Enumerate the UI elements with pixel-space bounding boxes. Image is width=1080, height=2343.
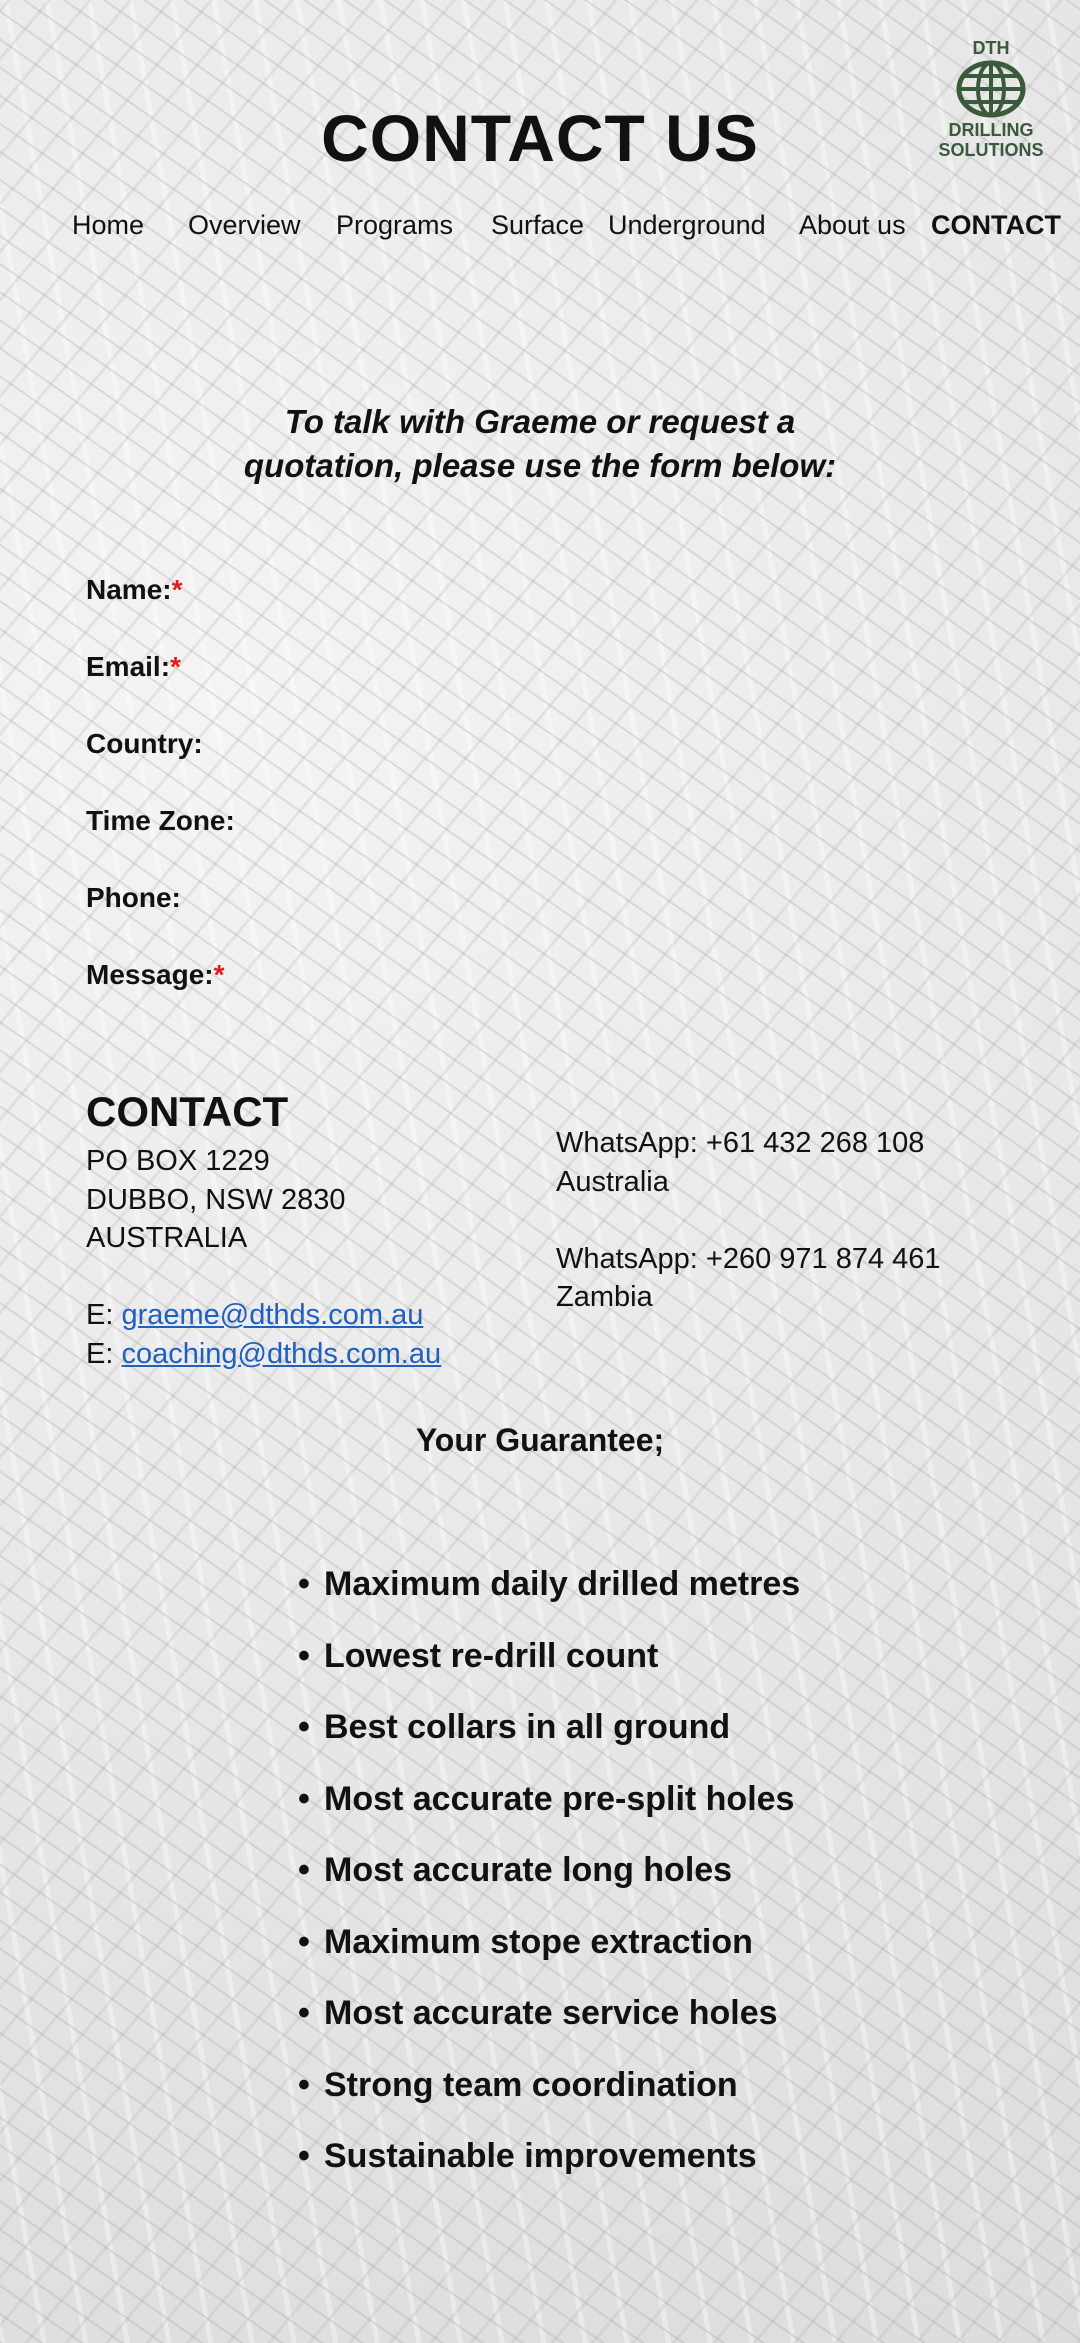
logo-text-line1: DRILLING xyxy=(948,120,1034,140)
list-item: • Most accurate long holes xyxy=(298,1851,733,1889)
guarantee-list: • Maximum daily drilled metres • Lowest re… xyxy=(298,1562,800,2206)
contact-heading: CONTACT xyxy=(86,1088,289,1135)
email-link-graeme[interactable]: graeme@dthds.com.au xyxy=(121,1299,423,1331)
nav-item-home[interactable]: Home xyxy=(72,210,144,241)
nav-item-about-us[interactable]: About us xyxy=(799,210,906,241)
guarantee-heading: Your Guarantee; xyxy=(415,1422,665,1458)
list-item: • Best collars in all ground xyxy=(298,1708,731,1746)
logo-text-top: DTH xyxy=(972,38,1010,58)
email-field-label[interactable]: Email:* xyxy=(86,651,181,683)
whatsapp-number-zambia: WhatsApp: +260 971 874 461 xyxy=(556,1242,941,1275)
required-asterisk: * xyxy=(213,959,225,990)
email-link-coaching[interactable]: coaching@dthds.com.au xyxy=(121,1338,441,1370)
whatsapp-number-australia: WhatsApp: +61 432 268 108 xyxy=(556,1127,925,1159)
nav-item-overview[interactable]: Overview xyxy=(188,210,301,241)
list-item: • Lowest re-drill count xyxy=(298,1636,659,1675)
country-field-label[interactable]: Country: xyxy=(86,728,203,760)
list-item: • Maximum daily drilled metres xyxy=(298,1565,801,1603)
nav-item-programs[interactable]: Programs xyxy=(336,210,453,241)
message-field-label[interactable]: Message:* xyxy=(86,959,225,991)
nav-item-contact[interactable]: CONTACT xyxy=(931,210,1061,241)
intro-line-1: To talk with Graeme or request a xyxy=(284,403,796,440)
postal-address: PO BOX 1229 DUBBO, NSW 2830 AUSTRALIA E:… xyxy=(86,1142,441,1373)
logo-text-line2: SOLUTIONS xyxy=(938,140,1044,160)
globe-icon xyxy=(956,60,1026,118)
whatsapp-country-zambia: Zambia xyxy=(556,1281,653,1313)
nav-item-underground[interactable]: Underground xyxy=(608,210,766,241)
timezone-field-label[interactable]: Time Zone: xyxy=(86,805,235,837)
address-line: DUBBO, NSW 2830 xyxy=(86,1183,346,1216)
email-row: E: coaching@dthds.com.au xyxy=(86,1337,442,1370)
page-title: CONTACT US xyxy=(321,101,759,175)
form-intro-text: To talk with Graeme or request a quotati… xyxy=(0,400,1080,488)
whatsapp-contacts: WhatsApp: +61 432 268 108 Australia What… xyxy=(556,1124,941,1317)
list-item: • Sustainable improvements xyxy=(298,2137,757,2175)
whatsapp-country-australia: Australia xyxy=(556,1165,669,1198)
list-item: • Most accurate pre-split holes xyxy=(298,1779,795,1818)
required-asterisk: * xyxy=(171,574,183,605)
address-line: AUSTRALIA xyxy=(86,1222,248,1254)
phone-field-label[interactable]: Phone: xyxy=(86,882,181,914)
required-asterisk: * xyxy=(170,651,181,682)
list-item: • Most accurate service holes xyxy=(298,1994,778,2032)
list-item: • Strong team coordination xyxy=(298,2065,738,2104)
email-row: E: graeme@dthds.com.au xyxy=(86,1299,424,1331)
address-line: PO BOX 1229 xyxy=(86,1145,270,1177)
name-field-label[interactable]: Name:* xyxy=(86,574,183,606)
company-logo[interactable]: DTH DRILLING SOLUTIONS xyxy=(928,38,1054,172)
nav-item-surface[interactable]: Surface xyxy=(491,210,584,241)
intro-line-2: quotation, please use the form below: xyxy=(243,447,837,484)
list-item: • Maximum stope extraction xyxy=(298,1922,753,1961)
